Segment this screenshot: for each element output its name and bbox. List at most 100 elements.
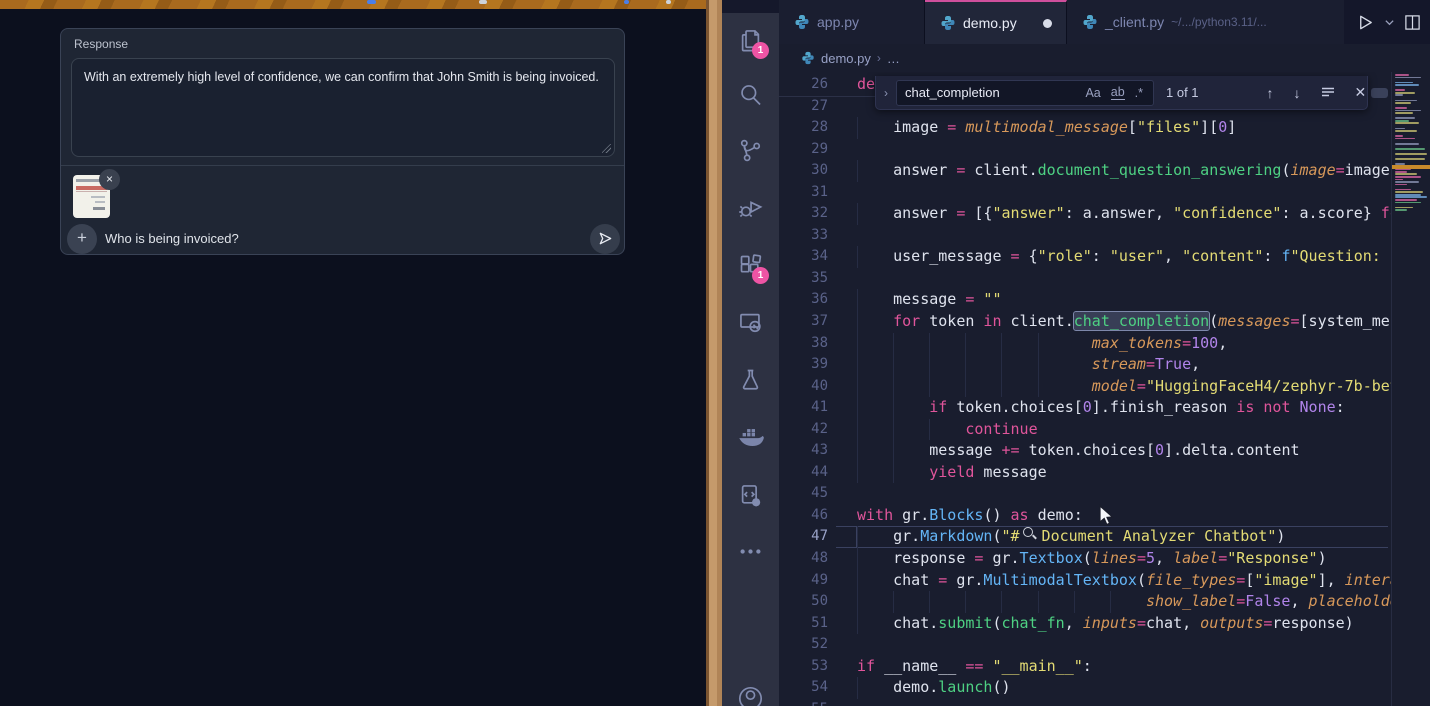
line-number: 27 (779, 96, 828, 118)
sticky-scroll-border (779, 96, 875, 97)
indent-guide (857, 311, 858, 333)
breadcrumb-file[interactable]: demo.py (821, 51, 871, 66)
indent-guide (857, 591, 858, 613)
desktop-wallpaper-divider (706, 0, 722, 706)
line-number: 40 (779, 376, 828, 398)
find-query[interactable]: chat_completion (905, 85, 1085, 100)
browser-chrome-speck (479, 0, 487, 4)
code-editor[interactable]: 26def chat_fn(multimodal_message):2728im… (779, 72, 1430, 706)
tab-label: app.py (817, 14, 859, 30)
code-line: 38max_tokens=100, (779, 333, 1430, 355)
attach-file-button[interactable]: + (67, 224, 97, 254)
line-number: 50 (779, 591, 828, 613)
line-number: 34 (779, 246, 828, 268)
send-button[interactable] (590, 224, 620, 254)
indent-guide (1038, 333, 1039, 355)
code-line: 48response = gr.Textbox(lines=5, label="… (779, 548, 1430, 570)
indent-guide (1001, 354, 1002, 376)
split-editor-button[interactable] (1404, 14, 1421, 31)
extensions-icon[interactable]: 1 (737, 252, 764, 279)
indent-guide (857, 289, 858, 311)
unsaved-changes-dot[interactable] (1043, 19, 1052, 28)
code-line: 29 (779, 139, 1430, 161)
indent-guide (857, 397, 858, 419)
indent-guide (893, 419, 894, 441)
tab-client-py[interactable]: _client.py ~/.../python3.11/... (1067, 0, 1345, 44)
minimap-line (1395, 173, 1417, 175)
match-case-toggle[interactable]: Aa (1085, 86, 1100, 100)
indent-guide (857, 548, 858, 570)
run-dropdown-chevron[interactable] (1384, 17, 1395, 28)
editor-scrollbar-thumb[interactable] (1371, 88, 1388, 98)
find-input[interactable]: chat_completion Aa ab .* (896, 80, 1154, 106)
remove-image-button[interactable]: × (99, 169, 120, 190)
python-icon (1082, 14, 1098, 30)
textarea-resize-handle[interactable] (602, 144, 611, 153)
response-textarea[interactable]: With an extremely high level of confiden… (71, 58, 615, 157)
minimap-line (1395, 74, 1409, 76)
account-icon[interactable] (737, 685, 764, 706)
find-previous-button[interactable]: ↑ (1267, 85, 1274, 101)
code-lines: 26def chat_fn(multimodal_message):2728im… (779, 74, 1430, 706)
indent-guide (1038, 354, 1039, 376)
run-debug-icon[interactable] (737, 194, 764, 221)
line-number: 41 (779, 397, 828, 419)
minimap-line (1395, 196, 1427, 198)
line-number: 51 (779, 613, 828, 635)
line-number: 29 (779, 139, 828, 161)
explorer-badge: 1 (752, 42, 769, 59)
minimap[interactable] (1391, 72, 1430, 706)
line-number: 55 (779, 699, 828, 706)
more-views-icon[interactable] (737, 538, 764, 565)
minimap-line (1395, 176, 1421, 178)
explorer-icon[interactable]: 1 (737, 27, 764, 54)
regex-toggle[interactable]: .* (1135, 86, 1143, 100)
indent-guide (1038, 591, 1039, 613)
run-python-file-button[interactable] (1356, 13, 1375, 32)
tab-app-py[interactable]: app.py (779, 0, 925, 44)
code-line: 54demo.launch() (779, 677, 1430, 699)
code-line: 53if __name__ == "__main__": (779, 656, 1430, 678)
indent-guide (929, 591, 930, 613)
search-icon[interactable] (737, 82, 764, 109)
code-line: 51chat.submit(chat_fn, inputs=chat, outp… (779, 613, 1430, 635)
code-line: 44yield message (779, 462, 1430, 484)
source-control-icon[interactable] (737, 137, 764, 164)
find-collapse-chevron[interactable]: › (876, 86, 896, 100)
line-number: 45 (779, 483, 828, 505)
whole-word-toggle[interactable]: ab (1111, 85, 1125, 100)
find-match-count: 1 of 1 (1166, 85, 1199, 100)
minimap-line (1395, 181, 1419, 183)
breadcrumb[interactable]: demo.py › … (779, 44, 1430, 72)
indent-guide (965, 591, 966, 613)
code-line: 45 (779, 483, 1430, 505)
find-close-button[interactable]: ✕ (1355, 84, 1367, 101)
indent-guide (857, 376, 858, 398)
line-number: 38 (779, 333, 828, 355)
docker-icon[interactable] (737, 424, 764, 451)
minimap-line (1395, 122, 1419, 124)
minimap-line (1395, 77, 1421, 79)
breadcrumb-more[interactable]: … (887, 51, 900, 66)
code-line: 40model="HuggingFaceH4/zephyr-7b-beta" (779, 376, 1430, 398)
code-line: 43message += token.choices[0].delta.cont… (779, 440, 1430, 462)
find-in-selection-button[interactable] (1321, 85, 1335, 101)
indent-guide (1038, 376, 1039, 398)
testing-icon[interactable] (737, 366, 764, 393)
line-number: 30 (779, 160, 828, 182)
line-number: 46 (779, 505, 828, 527)
line-number: 39 (779, 354, 828, 376)
find-next-button[interactable]: ↓ (1294, 85, 1301, 101)
indent-guide (929, 376, 930, 398)
remote-explorer-icon[interactable] (737, 309, 764, 336)
minimap-line (1395, 112, 1413, 114)
tab-demo-py[interactable]: demo.py (925, 0, 1067, 44)
line-number: 32 (779, 203, 828, 225)
indent-guide (929, 419, 930, 441)
indent-guide (965, 376, 966, 398)
indent-guide (965, 354, 966, 376)
indent-guide (929, 333, 930, 355)
chat-message-input[interactable]: Who is being invoiced? (105, 231, 239, 246)
gradio-extension-icon[interactable] (737, 482, 764, 509)
browser-chrome-speck (367, 0, 376, 4)
